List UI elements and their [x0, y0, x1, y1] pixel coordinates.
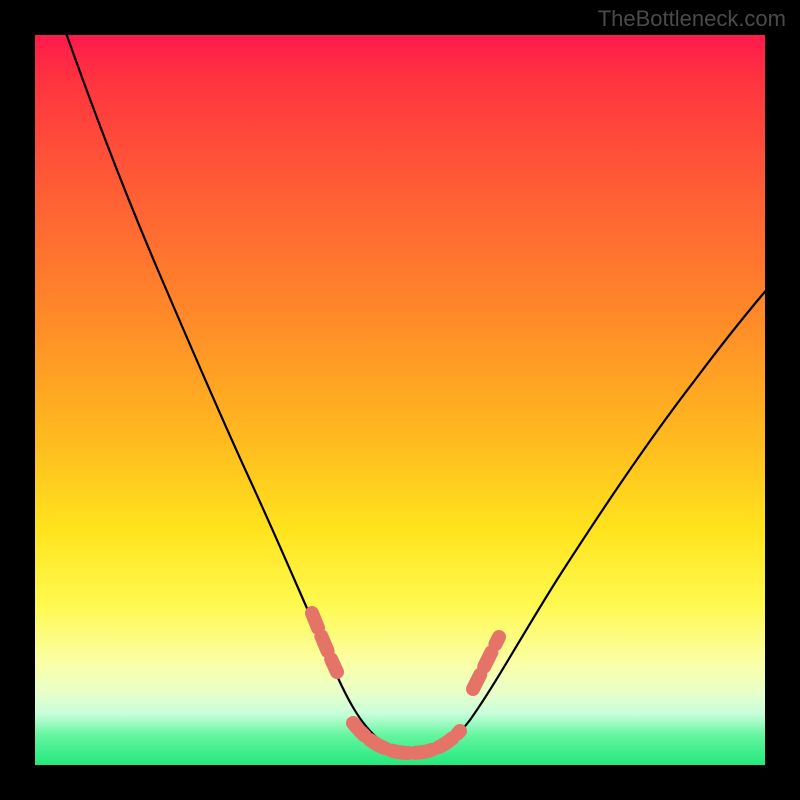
- beads-left: [312, 613, 337, 672]
- beads-bottom: [353, 723, 460, 753]
- watermark-text: TheBottleneck.com: [598, 6, 786, 32]
- bottleneck-curve: [65, 35, 765, 752]
- chart-frame: TheBottleneck.com: [0, 0, 800, 800]
- plot-area: [35, 35, 765, 765]
- chart-svg: [35, 35, 765, 765]
